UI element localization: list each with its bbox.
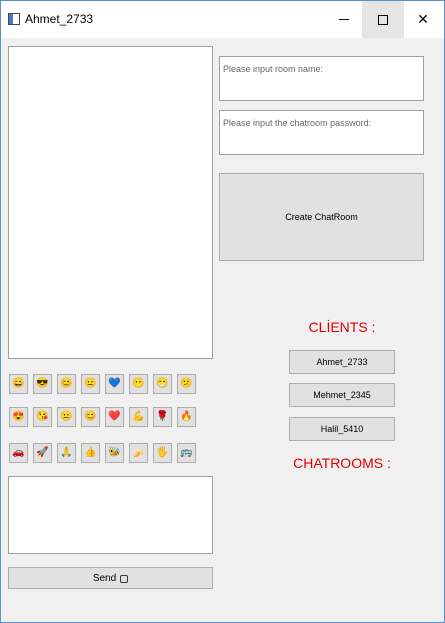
room-password-input[interactable]: Please input the chatroom password: — [219, 110, 424, 155]
emoji-button[interactable]: 🚌 — [177, 443, 196, 463]
emoji-button[interactable]: 😎 — [33, 374, 52, 394]
emoji-button[interactable]: 🚗 — [9, 443, 28, 463]
emoji-button[interactable]: 😕 — [177, 374, 196, 394]
emoji-button[interactable]: 😁 — [153, 374, 172, 394]
title-bar: Ahmet_2733 ✕ — [1, 1, 444, 38]
minimize-button[interactable] — [323, 1, 365, 38]
close-icon: ✕ — [417, 11, 429, 27]
minimize-icon — [339, 19, 349, 20]
send-button[interactable]: Send — [8, 567, 213, 589]
emoji-button[interactable]: 💙 — [105, 374, 124, 394]
emoji-button[interactable]: 😄 — [9, 374, 28, 394]
chat-log[interactable] — [8, 46, 213, 359]
emoji-button[interactable]: 🐝 — [105, 443, 124, 463]
window-title: Ahmet_2733 — [25, 12, 94, 26]
send-icon — [120, 575, 129, 583]
maximize-button[interactable] — [362, 1, 404, 38]
emoji-button[interactable]: 😘 — [33, 407, 52, 427]
emoji-button[interactable]: 🙏 — [57, 443, 76, 463]
chatrooms-heading: CHATROOMS : — [293, 455, 391, 471]
emoji-button[interactable]: 🖐 — [153, 443, 172, 463]
send-label: Send — [92, 572, 117, 584]
maximize-icon — [378, 14, 388, 25]
create-chatroom-button[interactable]: Create ChatRoom — [219, 173, 424, 261]
emoji-button[interactable]: 👍 — [81, 443, 100, 463]
room-name-input[interactable]: Please input room name: — [219, 56, 424, 101]
client-item[interactable]: Halil_5410 — [289, 417, 395, 441]
emoji-button[interactable]: 🚀 — [33, 443, 52, 463]
emoji-button[interactable]: 🔥 — [177, 407, 196, 427]
app-window: Ahmet_2733 ✕ Please input room name: Ple… — [0, 0, 445, 623]
emoji-button[interactable]: 😶 — [129, 374, 148, 394]
emoji-button[interactable]: 🌹 — [153, 407, 172, 427]
emoji-button[interactable]: 😍 — [9, 407, 28, 427]
message-input[interactable] — [8, 476, 213, 554]
emoji-button[interactable]: 😊 — [57, 374, 76, 394]
emoji-button[interactable]: 🍌 — [129, 443, 148, 463]
emoji-button[interactable]: 💪 — [129, 407, 148, 427]
emoji-button[interactable]: 😐 — [57, 407, 76, 427]
app-icon — [8, 13, 20, 25]
client-item[interactable]: Mehmet_2345 — [289, 383, 395, 407]
emoji-button[interactable]: 😊 — [81, 407, 100, 427]
emoji-button[interactable]: 😐 — [81, 374, 100, 394]
client-item[interactable]: Ahmet_2733 — [289, 350, 395, 374]
emoji-button[interactable]: ❤️ — [105, 407, 124, 427]
close-button[interactable]: ✕ — [402, 1, 444, 38]
clients-heading: CLİENTS : — [308, 319, 376, 335]
